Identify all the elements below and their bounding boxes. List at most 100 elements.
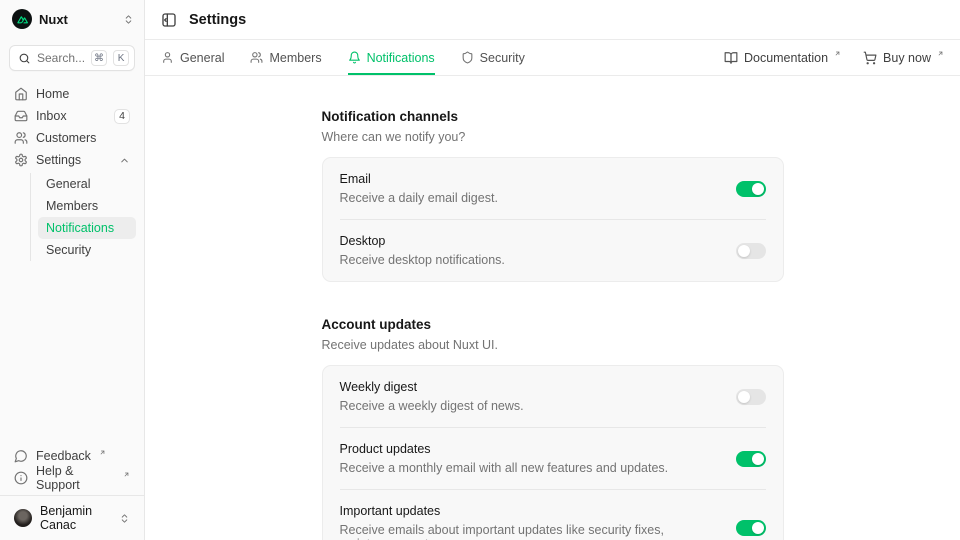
- content-area: Notification channels Where can we notif…: [145, 76, 960, 540]
- shield-icon: [461, 51, 474, 64]
- settings-card: Email Receive a daily email digest. Desk…: [322, 157, 784, 282]
- section-account-updates: Account updates Receive updates about Nu…: [322, 317, 784, 540]
- sidebar-item-security[interactable]: Security: [38, 239, 136, 261]
- search-icon: [18, 52, 31, 65]
- settings-subnav: General Members Notifications Security: [30, 173, 136, 261]
- sidebar-subitem-label: Notifications: [46, 221, 114, 235]
- setting-label: Desktop: [340, 234, 505, 248]
- chat-bubble-icon: [14, 449, 28, 463]
- sidebar-item-notifications[interactable]: Notifications: [38, 217, 136, 239]
- sidebar-subitem-label: Security: [46, 243, 91, 257]
- section-description: Where can we notify you?: [322, 130, 784, 144]
- section-title: Notification channels: [322, 109, 784, 124]
- sidebar-item-customers[interactable]: Customers: [8, 127, 136, 149]
- desktop-toggle[interactable]: [736, 243, 766, 259]
- weekly-digest-toggle[interactable]: [736, 389, 766, 405]
- workspace-switcher[interactable]: Nuxt: [0, 0, 144, 35]
- setting-description: Receive a monthly email with all new fea…: [340, 461, 669, 475]
- documentation-button[interactable]: Documentation: [724, 51, 841, 65]
- setting-row-weekly-digest: Weekly digest Receive a weekly digest of…: [340, 366, 766, 427]
- gear-icon: [14, 153, 28, 167]
- email-toggle[interactable]: [736, 181, 766, 197]
- tab-label: Notifications: [367, 51, 435, 65]
- help-support-link[interactable]: Help & Support: [8, 467, 136, 489]
- setting-row-important-updates: Important updates Receive emails about i…: [340, 489, 766, 540]
- chevrons-up-down-icon: [119, 513, 130, 524]
- section-description: Receive updates about Nuxt UI.: [322, 338, 784, 352]
- external-link-icon: [99, 449, 106, 456]
- user-name: Benjamin Canac: [40, 504, 111, 532]
- sidebar-item-home[interactable]: Home: [8, 83, 136, 105]
- titlebar: Settings: [145, 0, 960, 40]
- setting-description: Receive desktop notifications.: [340, 253, 505, 267]
- tab-notifications[interactable]: Notifications: [348, 40, 435, 75]
- external-link-icon: [834, 50, 841, 57]
- sidebar-subitem-label: Members: [46, 199, 98, 213]
- buy-now-button[interactable]: Buy now: [863, 51, 944, 65]
- tab-label: Security: [480, 51, 525, 65]
- app-window: Nuxt Search... ⌘ K Home: [0, 0, 960, 540]
- sidebar-item-label: Inbox: [36, 109, 106, 123]
- sidebar-nav: Home Inbox 4 Customers Settings: [0, 77, 144, 261]
- sidebar-item-label: Home: [36, 87, 130, 101]
- nuxt-logo-icon: [12, 9, 32, 29]
- sidebar-spacer: [0, 261, 144, 445]
- kbd-cmd: ⌘: [91, 50, 107, 66]
- setting-row-desktop: Desktop Receive desktop notifications.: [340, 219, 766, 281]
- inbox-icon: [14, 109, 28, 123]
- external-link-icon: [123, 471, 130, 478]
- setting-label: Product updates: [340, 442, 669, 456]
- main-panel: Settings General Members: [145, 0, 960, 540]
- setting-row-product-updates: Product updates Receive a monthly email …: [340, 427, 766, 489]
- avatar: [14, 509, 32, 527]
- action-label: Buy now: [883, 51, 931, 65]
- section-notification-channels: Notification channels Where can we notif…: [322, 109, 784, 282]
- user-menu[interactable]: Benjamin Canac: [8, 502, 136, 534]
- users-icon: [14, 131, 28, 145]
- collapse-sidebar-icon[interactable]: [161, 12, 177, 28]
- shopping-cart-icon: [863, 51, 877, 65]
- sidebar-item-inbox[interactable]: Inbox 4: [8, 105, 136, 127]
- chevron-up-icon: [119, 155, 130, 166]
- tab-security[interactable]: Security: [461, 40, 525, 75]
- users-icon: [250, 51, 263, 64]
- setting-description: Receive a daily email digest.: [340, 191, 498, 205]
- setting-description: Receive emails about important updates l…: [340, 523, 720, 540]
- sidebar: Nuxt Search... ⌘ K Home: [0, 0, 145, 540]
- user-icon: [161, 51, 174, 64]
- tabbar: General Members Notifications: [145, 40, 960, 76]
- sidebar-footer-nav: Feedback Help & Support: [0, 445, 144, 495]
- important-updates-toggle[interactable]: [736, 520, 766, 536]
- sidebar-item-label: Settings: [36, 153, 111, 167]
- settings-container: Notification channels Where can we notif…: [322, 109, 784, 540]
- sidebar-subitem-label: General: [46, 177, 90, 191]
- sidebar-item-members[interactable]: Members: [38, 195, 136, 217]
- sidebar-item-general[interactable]: General: [38, 173, 136, 195]
- tab-label: Members: [269, 51, 321, 65]
- search-input[interactable]: Search... ⌘ K: [9, 45, 135, 71]
- inbox-count-badge: 4: [114, 109, 130, 124]
- tab-general[interactable]: General: [161, 40, 224, 75]
- tab-members[interactable]: Members: [250, 40, 321, 75]
- footer-link-label: Feedback: [36, 449, 91, 463]
- kbd-k: K: [113, 50, 129, 66]
- tab-label: General: [180, 51, 224, 65]
- sidebar-item-settings[interactable]: Settings: [8, 149, 136, 171]
- search-placeholder: Search...: [37, 51, 85, 65]
- workspace-name: Nuxt: [39, 12, 116, 27]
- action-label: Documentation: [744, 51, 828, 65]
- footer-link-label: Help & Support: [36, 464, 115, 492]
- setting-label: Email: [340, 172, 498, 186]
- chevrons-up-down-icon: [123, 14, 134, 25]
- section-title: Account updates: [322, 317, 784, 332]
- setting-label: Weekly digest: [340, 380, 524, 394]
- info-circle-icon: [14, 471, 28, 485]
- tabbar-actions: Documentation Buy now: [724, 40, 944, 75]
- tabs: General Members Notifications: [161, 40, 525, 75]
- setting-description: Receive a weekly digest of news.: [340, 399, 524, 413]
- sidebar-user-section: Benjamin Canac: [0, 495, 144, 540]
- product-updates-toggle[interactable]: [736, 451, 766, 467]
- settings-card: Weekly digest Receive a weekly digest of…: [322, 365, 784, 540]
- book-open-icon: [724, 51, 738, 65]
- setting-label: Important updates: [340, 504, 720, 518]
